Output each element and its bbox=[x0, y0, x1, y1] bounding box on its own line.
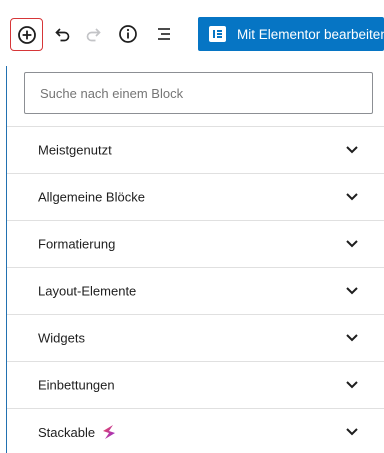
editor-toolbar: Mit Elementor bearbeiten bbox=[0, 0, 384, 66]
info-button[interactable] bbox=[114, 20, 142, 48]
search-area: Suche nach einem Block bbox=[7, 66, 384, 126]
category-label: Meistgenutzt bbox=[38, 142, 112, 158]
stackable-logo-icon bbox=[103, 425, 116, 439]
category-panel-meistgenutzt[interactable]: Meistgenutzt bbox=[7, 126, 384, 173]
category-label: Stackable bbox=[38, 424, 96, 440]
chevron-down-icon bbox=[346, 381, 358, 389]
chevron-down-icon bbox=[346, 287, 358, 295]
add-block-button[interactable] bbox=[10, 18, 43, 51]
category-panel-einbettungen[interactable]: Einbettungen bbox=[7, 361, 384, 408]
category-panel-widgets[interactable]: Widgets bbox=[7, 314, 384, 361]
list-view-button[interactable] bbox=[150, 20, 178, 48]
block-search-input[interactable]: Suche nach einem Block bbox=[24, 72, 373, 114]
category-panel-stackable[interactable]: Stackable bbox=[7, 408, 384, 453]
elementor-logo-icon bbox=[209, 26, 226, 42]
block-inserter-panel: Suche nach einem Block Meistgenutzt Allg… bbox=[6, 66, 384, 453]
category-panel-formatierung[interactable]: Formatierung bbox=[7, 220, 384, 267]
chevron-down-icon bbox=[346, 428, 358, 436]
chevron-down-icon bbox=[346, 240, 358, 248]
info-icon bbox=[119, 25, 137, 43]
undo-icon bbox=[55, 28, 70, 42]
category-label-with-logo: Stackable bbox=[38, 424, 117, 440]
undo-button[interactable] bbox=[50, 20, 76, 48]
chevron-down-icon bbox=[346, 193, 358, 201]
chevron-down-icon bbox=[346, 146, 358, 154]
plus-circle-icon bbox=[17, 25, 36, 44]
category-label: Layout-Elemente bbox=[38, 283, 137, 299]
category-label: Widgets bbox=[38, 330, 85, 346]
elementor-button-label: Mit Elementor bearbeiten bbox=[237, 26, 384, 42]
redo-icon bbox=[86, 28, 101, 42]
block-category-list: Meistgenutzt Allgemeine Blöcke Formatier… bbox=[7, 126, 384, 453]
category-panel-layout-elemente[interactable]: Layout-Elemente bbox=[7, 267, 384, 314]
edit-with-elementor-button[interactable]: Mit Elementor bearbeiten bbox=[198, 17, 384, 51]
chevron-down-icon bbox=[346, 334, 358, 342]
redo-button[interactable] bbox=[80, 20, 106, 48]
category-label: Formatierung bbox=[38, 236, 116, 252]
list-view-icon bbox=[158, 28, 170, 40]
category-label: Allgemeine Blöcke bbox=[38, 189, 145, 205]
category-label: Einbettungen bbox=[38, 377, 115, 393]
category-panel-allgemeine-bloecke[interactable]: Allgemeine Blöcke bbox=[7, 173, 384, 220]
